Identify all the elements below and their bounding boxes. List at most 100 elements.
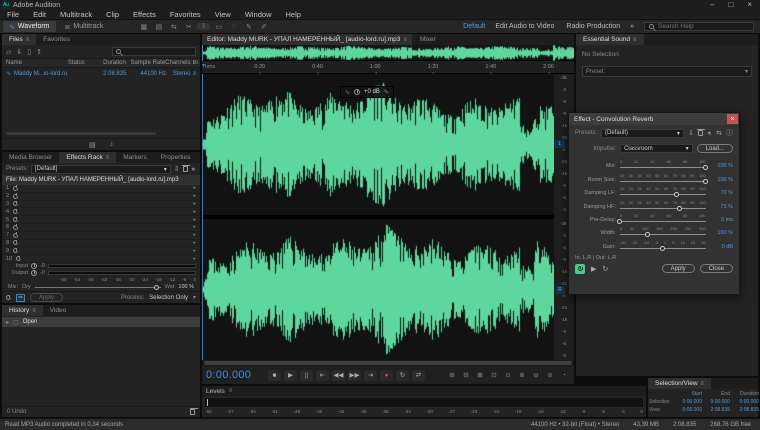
power-icon[interactable] (13, 194, 18, 199)
power-icon[interactable] (13, 201, 18, 206)
save-preset-icon[interactable]: ⇩ (688, 129, 694, 137)
rack-slot-7[interactable]: 7▸ (2, 232, 200, 240)
zoom-out-amplitude-button[interactable]: ⊟ (460, 370, 472, 381)
tab-video[interactable]: Video (43, 305, 74, 316)
save-preset-icon[interactable]: ⇩ (174, 165, 180, 173)
damping-lf-slider-handle[interactable] (674, 192, 679, 197)
room-size-slider-handle[interactable] (703, 179, 708, 184)
skip-to-end-button[interactable]: ⇥ (364, 370, 377, 381)
tab-history[interactable]: History≡ (2, 305, 43, 316)
slot-arrow-icon[interactable]: ▸ (193, 193, 196, 199)
razor-tool-icon[interactable]: ✂ (182, 23, 195, 31)
workspace-overflow-icon[interactable]: » (630, 23, 634, 30)
pre-delay-slider-handle[interactable] (617, 219, 622, 224)
overview-menu-icon[interactable]: ≡ (568, 47, 572, 54)
menu-edit[interactable]: Edit (26, 10, 53, 19)
output-gain-knob[interactable] (31, 270, 37, 276)
files-scrollbar[interactable] (6, 132, 156, 135)
panel-menu-icon[interactable]: ≡ (26, 37, 30, 43)
files-search-input[interactable] (112, 47, 196, 56)
insert-into-multitrack-icon[interactable]: ⇑ (36, 48, 42, 56)
waveform-view-button[interactable]: ∿ Waveform (3, 21, 56, 32)
menu-favorites[interactable]: Favorites (163, 10, 208, 19)
right-channel-button[interactable]: R (555, 286, 565, 294)
power-icon[interactable] (13, 248, 18, 253)
panel-menu-icon[interactable]: ≡ (701, 381, 705, 387)
time-selection-tool-icon[interactable]: I (197, 23, 210, 30)
panel-menu-icon[interactable]: ≡ (106, 155, 110, 161)
power-icon[interactable] (13, 186, 18, 191)
expand-icon[interactable]: ▸ (6, 319, 9, 326)
panel-menu-icon[interactable]: ≡ (229, 388, 233, 394)
pre-delay-slider[interactable]: 020406080100 (620, 213, 706, 225)
column-header-duration[interactable]: Duration (90, 60, 126, 66)
panel-menu-icon[interactable]: ≡ (633, 37, 637, 43)
waveform-right-channel[interactable] (202, 219, 554, 360)
tab-effects-rack[interactable]: Effects Rack≡ (59, 152, 116, 163)
marquee-selection-tool-icon[interactable]: ▭ (212, 23, 225, 31)
column-header-channels[interactable]: Channels (165, 60, 192, 66)
minimize-button[interactable]: – (710, 0, 714, 10)
essential-preset-select[interactable]: Preset: ▾ (582, 66, 752, 77)
tab-files[interactable]: Files≡ (2, 34, 36, 45)
workspace-default[interactable]: Default (463, 23, 485, 30)
rack-slot-9[interactable]: 9▸ (2, 247, 200, 255)
column-header-sample-rate[interactable]: Sample Rate (126, 60, 165, 66)
overview-options-icon[interactable]: ▢ (560, 47, 566, 54)
impulse-select[interactable]: Classroom▾ (620, 144, 693, 153)
zoom-out-full-button[interactable]: ⊡ (488, 370, 500, 381)
delete-preset-icon[interactable] (698, 130, 703, 136)
apply-button[interactable]: Apply (662, 264, 695, 273)
load-button[interactable]: Load... (697, 144, 733, 153)
playhead-line[interactable] (202, 74, 203, 360)
power-icon[interactable] (13, 225, 18, 230)
close-button[interactable]: × (747, 0, 752, 10)
power-icon[interactable] (16, 256, 21, 261)
fast-forward-button[interactable]: ▶▶ (348, 370, 361, 381)
process-dropdown-icon[interactable]: ▾ (193, 294, 196, 301)
zoom-out-button[interactable]: ⊖ (530, 370, 542, 381)
width-slider[interactable]: 050100150200250300 (620, 226, 706, 238)
power-icon[interactable] (13, 209, 18, 214)
slot-arrow-icon[interactable]: ▸ (193, 232, 196, 238)
rack-list-view-icon[interactable]: ≔ (16, 294, 25, 302)
damping-hf-slider[interactable]: 102030405060708090100 (620, 200, 706, 212)
slot-arrow-icon[interactable]: ▸ (193, 209, 196, 215)
zoom-in-at-in-point-button[interactable]: ⊘ (544, 370, 556, 381)
panel-menu-icon[interactable]: ≡ (32, 308, 36, 314)
dialog-close-pill-button[interactable]: Close (700, 264, 733, 273)
ab-compare-icon[interactable]: ⇆ (716, 129, 722, 137)
tab-media-browser[interactable]: Media Browser (2, 152, 59, 163)
dialog-titlebar[interactable]: Effect - Convolution Reverb × (569, 113, 739, 125)
overview-waveform[interactable]: ▢ ≡ (202, 45, 574, 61)
waveform-display[interactable]: ∿ +0 dB ✎ (202, 74, 554, 360)
effect-power-toggle[interactable] (575, 264, 585, 274)
timeline-ruler[interactable]: hms 0:200:401:001:201:402:00 ▾ (202, 61, 574, 74)
favorite-icon[interactable]: ★ (191, 166, 196, 173)
mix-slider[interactable] (35, 287, 161, 288)
spot-healing-brush-tool-icon[interactable]: ✐ (257, 23, 270, 31)
menu-effects[interactable]: Effects (126, 10, 163, 19)
menu-multitrack[interactable]: Multitrack (53, 10, 99, 19)
history-item-open[interactable]: ▸ ▢ Open (2, 317, 200, 327)
delete-preset-icon[interactable] (183, 166, 188, 172)
power-icon[interactable] (13, 240, 18, 245)
pause-button[interactable]: || (300, 370, 313, 381)
preview-play-button[interactable]: ▶ (591, 265, 596, 273)
zoom-to-selection-button[interactable]: ⊙ (502, 370, 514, 381)
slot-arrow-icon[interactable]: ▸ (193, 248, 196, 254)
spectral-pitch-display-icon[interactable]: ▤ (152, 23, 165, 31)
open-file-icon[interactable]: ▱ (6, 48, 11, 56)
paintbrush-selection-tool-icon[interactable]: ✎ (242, 23, 255, 31)
preview-loop-button[interactable]: ↻ (602, 265, 608, 273)
play-button[interactable]: ▶ (284, 370, 297, 381)
slot-arrow-icon[interactable]: ▸ (193, 240, 196, 246)
favorite-icon[interactable]: ★ (707, 130, 712, 137)
stop-button[interactable]: ■ (268, 370, 281, 381)
tab-markers[interactable]: Markers (116, 152, 153, 163)
slot-arrow-icon[interactable]: ▸ (193, 185, 196, 191)
power-icon[interactable] (13, 217, 18, 222)
column-header-status[interactable]: Status (68, 60, 90, 66)
column-header-name[interactable]: Name (2, 60, 68, 66)
rack-slot-10[interactable]: 10▸ (2, 255, 200, 263)
